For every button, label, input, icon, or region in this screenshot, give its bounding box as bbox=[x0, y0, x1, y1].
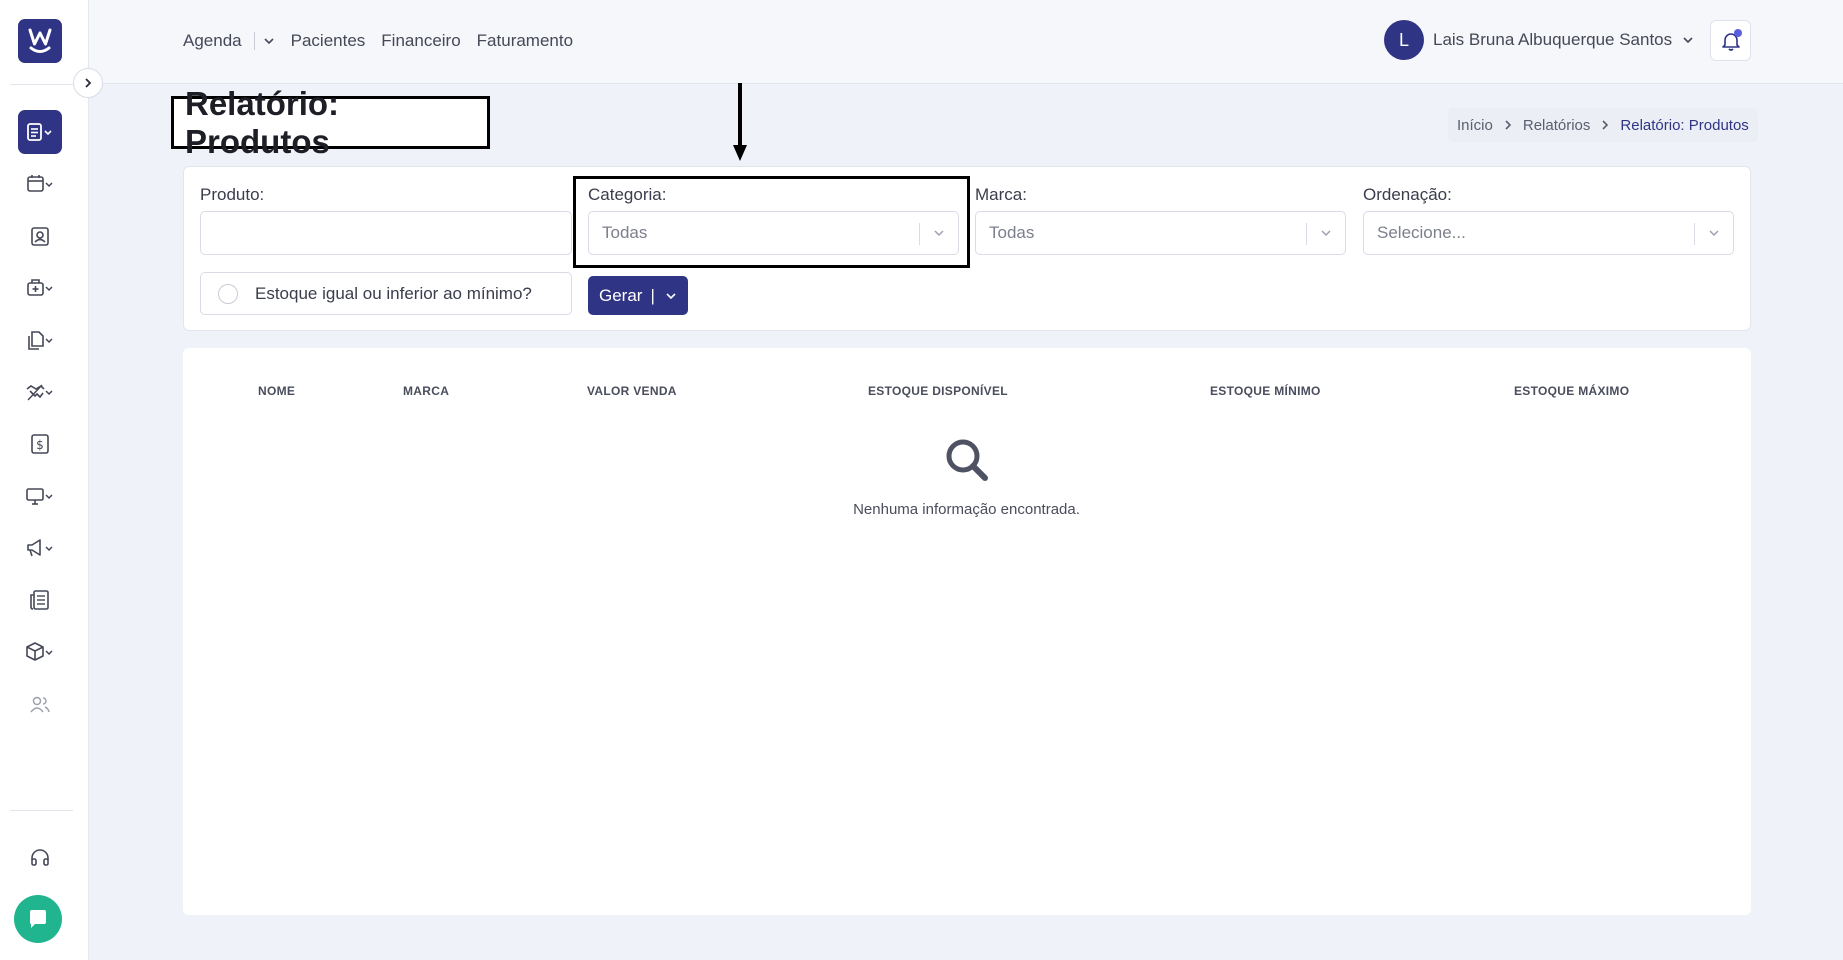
marca-label: Marca: bbox=[975, 185, 1027, 204]
chevron-down-icon bbox=[1321, 230, 1331, 237]
handshake-icon bbox=[26, 384, 53, 401]
column-header-marca[interactable]: MARCA bbox=[403, 384, 449, 398]
sidebar-item-financial[interactable]: $ bbox=[18, 422, 62, 466]
newspaper-icon bbox=[30, 590, 49, 610]
marca-select-value: Todas bbox=[989, 223, 1035, 242]
page-title: Relatório: Produtos bbox=[171, 85, 490, 160]
sidebar-divider bbox=[10, 810, 73, 811]
agenda-dropdown-toggle[interactable] bbox=[263, 35, 275, 47]
produto-input[interactable] bbox=[200, 211, 572, 255]
column-header-valor-venda[interactable]: VALOR VENDA bbox=[587, 384, 677, 398]
sidebar-item-documents[interactable] bbox=[18, 318, 62, 362]
nav-separator bbox=[253, 32, 255, 50]
user-name: Lais Bruna Albuquerque Santos bbox=[1433, 30, 1673, 49]
chevron-down-icon bbox=[1683, 37, 1693, 44]
app-logo[interactable] bbox=[18, 19, 62, 63]
chevron-right-icon bbox=[1503, 119, 1513, 131]
sidebar: $ bbox=[0, 0, 89, 960]
sidebar-item-agreements[interactable] bbox=[18, 370, 62, 414]
documents-icon bbox=[28, 331, 53, 350]
estoque-minimo-checkbox[interactable] bbox=[218, 283, 238, 304]
users-icon bbox=[30, 696, 50, 713]
column-header-estoque-maximo[interactable]: ESTOQUE MÁXIMO bbox=[1514, 384, 1629, 398]
gerar-label: Gerar bbox=[599, 285, 643, 305]
search-icon bbox=[946, 439, 988, 481]
sidebar-item-users[interactable] bbox=[18, 682, 62, 726]
sidebar-item-reports[interactable] bbox=[18, 110, 62, 154]
reports-icon bbox=[27, 123, 52, 141]
nav-agenda[interactable]: Agenda bbox=[183, 31, 242, 51]
ordenacao-select-placeholder: Selecione... bbox=[1377, 223, 1466, 242]
select-separator bbox=[1694, 223, 1695, 245]
medical-bag-icon bbox=[27, 279, 53, 296]
calendar-icon bbox=[27, 175, 53, 192]
sidebar-item-marketing[interactable] bbox=[18, 526, 62, 570]
logo-mark-icon bbox=[28, 28, 52, 53]
chevron-right-icon bbox=[85, 78, 92, 88]
column-header-estoque-disponivel[interactable]: ESTOQUE DISPONÍVEL bbox=[868, 384, 1008, 398]
select-separator bbox=[1306, 223, 1307, 245]
produto-label: Produto: bbox=[200, 185, 265, 204]
sidebar-item-support[interactable] bbox=[18, 836, 62, 880]
column-header-estoque-minimo[interactable]: ESTOQUE MÍNIMO bbox=[1210, 384, 1321, 398]
estoque-minimo-checkbox-field[interactable]: Estoque igual ou inferior ao mínimo? bbox=[200, 272, 572, 315]
sidebar-divider bbox=[10, 84, 73, 85]
chevron-down-icon bbox=[1709, 230, 1719, 237]
sidebar-item-stock[interactable] bbox=[18, 630, 62, 674]
chevron-down-icon bbox=[666, 292, 676, 299]
ordenacao-label: Ordenação: bbox=[1363, 185, 1452, 204]
annotation-arrow-icon bbox=[733, 83, 747, 161]
annotation-highlight-box bbox=[573, 176, 970, 268]
top-nav: Agenda Pacientes Financeiro Faturamento bbox=[183, 31, 589, 51]
breadcrumb: Início Relatórios Relatório: Produtos bbox=[1448, 108, 1758, 142]
nav-faturamento[interactable]: Faturamento bbox=[477, 31, 573, 51]
user-menu[interactable]: L Lais Bruna Albuquerque Santos bbox=[1384, 20, 1694, 60]
ordenacao-select[interactable]: Selecione... bbox=[1363, 211, 1734, 255]
megaphone-icon bbox=[27, 539, 53, 557]
column-header-nome[interactable]: NOME bbox=[258, 384, 295, 398]
chat-button[interactable] bbox=[14, 895, 62, 943]
notifications-button[interactable] bbox=[1710, 20, 1751, 61]
gerar-separator: | bbox=[650, 285, 655, 305]
nav-pacientes[interactable]: Pacientes bbox=[291, 31, 366, 51]
results-table-card bbox=[183, 348, 1751, 915]
sidebar-item-news[interactable] bbox=[18, 578, 62, 622]
headset-icon bbox=[31, 849, 49, 866]
chevron-right-icon bbox=[1600, 119, 1610, 131]
patient-card-icon bbox=[31, 227, 49, 246]
svg-text:$: $ bbox=[36, 438, 44, 452]
breadcrumb-inicio[interactable]: Início bbox=[1457, 117, 1493, 134]
marca-select[interactable]: Todas bbox=[975, 211, 1346, 255]
sidebar-item-calendar[interactable] bbox=[18, 162, 62, 206]
sidebar-expand-button[interactable] bbox=[73, 68, 103, 98]
empty-state-message: Nenhuma informação encontrada. bbox=[853, 501, 1080, 518]
chevron-down-icon bbox=[264, 38, 274, 45]
notification-dot bbox=[1734, 29, 1742, 37]
nav-financeiro[interactable]: Financeiro bbox=[381, 31, 460, 51]
breadcrumb-current: Relatório: Produtos bbox=[1620, 116, 1749, 134]
chat-icon bbox=[30, 910, 46, 928]
breadcrumb-relatorios[interactable]: Relatórios bbox=[1523, 117, 1591, 134]
avatar: L bbox=[1384, 20, 1424, 60]
package-icon bbox=[26, 642, 53, 661]
user-menu-chevron bbox=[1682, 34, 1694, 46]
dollar-icon: $ bbox=[31, 434, 49, 454]
gerar-dropdown-toggle[interactable] bbox=[665, 290, 677, 302]
estoque-minimo-label: Estoque igual ou inferior ao mínimo? bbox=[255, 283, 532, 303]
gerar-button[interactable]: Gerar | bbox=[588, 276, 688, 315]
sidebar-item-medical[interactable] bbox=[18, 266, 62, 310]
sidebar-item-patients[interactable] bbox=[18, 214, 62, 258]
